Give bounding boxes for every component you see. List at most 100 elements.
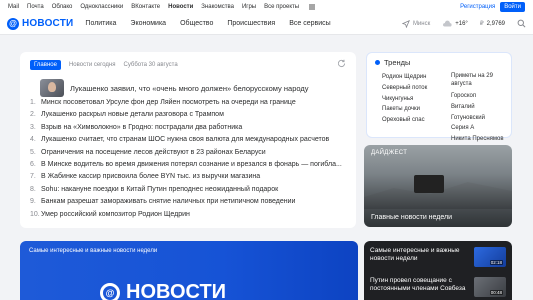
current-date: Суббота 30 августа <box>123 62 178 68</box>
headline-thumbnail <box>40 79 64 97</box>
headline-story[interactable]: Лукашенко заявил, что «очень много долже… <box>40 79 309 97</box>
portal-link-all-projects[interactable]: Все проекты <box>264 4 299 10</box>
trend-link[interactable]: Ореховый спас <box>382 115 427 126</box>
news-logo[interactable]: @ НОВОСТИ <box>7 17 73 30</box>
news-item[interactable]: 4. Лукашенко считает, что странам ШОС нуж… <box>30 136 342 148</box>
trend-link[interactable]: Родион Щедрин <box>382 72 427 83</box>
trends-title: Тренды <box>384 58 411 67</box>
trend-link[interactable]: Северный поток <box>382 83 427 94</box>
news-item[interactable]: 9. Банкам разрешат замораживать снятие на… <box>30 198 342 210</box>
news-item-title: В Минске водитель во время движения поте… <box>41 160 342 168</box>
news-item-title: Умер российский композитор Родион Щедрин <box>41 210 190 218</box>
video-logo: @ НОВОСТИ <box>100 281 226 300</box>
digest-card[interactable]: ДАЙДЖЕСТ Главные новости недели <box>364 145 512 227</box>
search-icon[interactable] <box>517 19 526 28</box>
news-item[interactable]: 10. Умер российский композитор Родион Щед… <box>30 211 342 223</box>
trend-link[interactable]: Пакеты дочки <box>382 104 427 115</box>
news-item-title: Ограничения на посещение лесов действуют… <box>41 148 266 156</box>
cloud-icon <box>443 20 452 26</box>
news-item-number: 8. <box>30 185 36 193</box>
ruble-icon: ₽ <box>479 21 484 27</box>
news-tabs: Главное Новости сегодня Суббота 30 авгус… <box>30 60 178 70</box>
playlist-item[interactable]: Самые интересные и важные новости недели… <box>370 247 508 267</box>
trends-column-left: Родион Щедрин Северный поток Чикунгунья … <box>382 72 427 126</box>
news-item-number: 9. <box>30 198 36 206</box>
news-item-number: 5. <box>30 148 36 156</box>
portal-link-mail[interactable]: Mail <box>8 4 19 10</box>
portal-link-pochta[interactable]: Почта <box>27 4 44 10</box>
portal-link-news[interactable]: Новости <box>168 4 193 10</box>
news-item-number: 3. <box>30 123 36 131</box>
currency-value: 2,9769 <box>486 20 505 27</box>
news-item[interactable]: 3. Взрыв на «Химволокно» в Гродно: постра… <box>30 124 342 136</box>
news-list: 1. Минск посоветовал Урсуле фон дер Ляйен… <box>30 99 342 223</box>
news-item-number: 2. <box>30 111 36 119</box>
trends-column-right: Приметы на 29 августа Гороскоп Виталий Г… <box>451 72 506 145</box>
trend-link[interactable]: Никита Преснямов <box>451 134 506 145</box>
nav-incidents[interactable]: Происшествия <box>227 20 275 27</box>
trends-heading: Тренды <box>375 58 410 67</box>
currency-widget[interactable]: ₽ 2,9769 <box>479 20 505 28</box>
trend-link[interactable]: Чикунгунья <box>382 94 427 105</box>
playlist-thumbnail: 02:18 <box>474 247 506 267</box>
news-item-title: Минск посоветовал Урсуле фон дер Ляйен п… <box>41 99 296 106</box>
trend-link[interactable]: Приметы на 29 августа <box>451 72 506 88</box>
login-button[interactable]: Войти <box>500 1 525 12</box>
trends-dot-icon <box>375 60 380 65</box>
digest-tag: ДАЙДЖЕСТ <box>371 150 408 156</box>
grid-icon[interactable] <box>309 3 316 10</box>
weather-widget[interactable]: +16° <box>442 20 468 28</box>
news-item[interactable]: 1. Минск посоветовал Урсуле фон дер Ляйен… <box>30 99 342 111</box>
tab-main[interactable]: Главное <box>30 60 61 70</box>
video-logo-text: НОВОСТИ <box>126 281 227 300</box>
site-header: @ НОВОСТИ Политика Экономика Общество Пр… <box>0 13 533 35</box>
video-player[interactable]: Самые интересные и важные новости недели… <box>20 241 358 300</box>
logo-at-icon: @ <box>7 17 19 30</box>
news-item-number: 6. <box>30 160 36 168</box>
news-item-title: Лукашенко считает, что странам ШОС нужна… <box>41 136 330 144</box>
playlist-item-title: Путин провел совещание с постоянными чле… <box>370 277 466 292</box>
news-item[interactable]: 2. Лукашенко раскрыл новые детали разгово… <box>30 111 342 123</box>
portal-link-cloud[interactable]: Облако <box>52 4 73 10</box>
logo-at-icon: @ <box>100 282 120 300</box>
news-item-title: Взрыв на «Химволокно» в Гродно: пострада… <box>41 123 243 131</box>
video-duration: 00:48 <box>489 290 503 295</box>
news-item[interactable]: 8. Sohu: накануне поездки в Китай Путин п… <box>30 186 342 198</box>
nav-all-services[interactable]: Все сервисы <box>289 20 330 27</box>
tab-today[interactable]: Новости сегодня <box>69 62 116 68</box>
news-item[interactable]: 6. В Минске водитель во время движения по… <box>30 161 342 173</box>
digest-title: Главные новости недели <box>371 214 453 221</box>
refresh-icon[interactable] <box>337 59 346 68</box>
digest-photo-object <box>414 175 444 193</box>
portal-link-dating[interactable]: Знакомства <box>201 4 234 10</box>
news-item-title: Банкам разрешат замораживать снятие нали… <box>41 198 296 206</box>
nav-politics[interactable]: Политика <box>85 20 116 27</box>
nav-economy[interactable]: Экономика <box>130 20 166 27</box>
portal-links: Mail Почта Облако Одноклассники ВКонтакт… <box>8 3 316 10</box>
trend-link[interactable]: Серия А <box>451 123 506 134</box>
news-item-title: Sohu: накануне поездки в Китай Путин пре… <box>41 185 279 193</box>
news-item[interactable]: 7. В Жабинке кассир присвоила более BYN т… <box>30 173 342 185</box>
top-news-card: Главное Новости сегодня Суббота 30 авгус… <box>20 52 356 228</box>
video-playlist: Самые интересные и важные новости недели… <box>364 241 512 300</box>
portal-link-ok[interactable]: Одноклассники <box>80 4 123 10</box>
news-item-number: 4. <box>30 136 36 144</box>
city-selector[interactable]: Минск <box>401 19 430 28</box>
playlist-thumbnail: 00:48 <box>474 277 506 297</box>
playlist-item-title: Самые интересные и важные новости недели <box>370 247 460 262</box>
portal-link-vk[interactable]: ВКонтакте <box>131 4 160 10</box>
trend-link[interactable]: Виталий Готуновский <box>451 102 506 124</box>
headline-title: Лукашенко заявил, что «очень много долже… <box>70 83 309 93</box>
video-duration: 02:18 <box>489 260 503 265</box>
register-link[interactable]: Регистрация <box>460 4 495 10</box>
video-title: Самые интересные и важные новости недели <box>29 248 158 254</box>
news-item-number: 1. <box>30 99 36 106</box>
nav-society[interactable]: Общество <box>180 20 213 27</box>
portal-link-games[interactable]: Игры <box>242 4 256 10</box>
trend-link[interactable]: Гороскоп <box>451 91 506 102</box>
playlist-item[interactable]: Путин провел совещание с постоянными чле… <box>370 277 508 297</box>
temperature: +16° <box>455 20 468 27</box>
news-item[interactable]: 5. Ограничения на посещение лесов действу… <box>30 149 342 161</box>
news-item-title: Лукашенко раскрыл новые детали разговора… <box>41 111 224 119</box>
news-item-title: В Жабинке кассир присвоила более BYN тыс… <box>41 173 261 181</box>
